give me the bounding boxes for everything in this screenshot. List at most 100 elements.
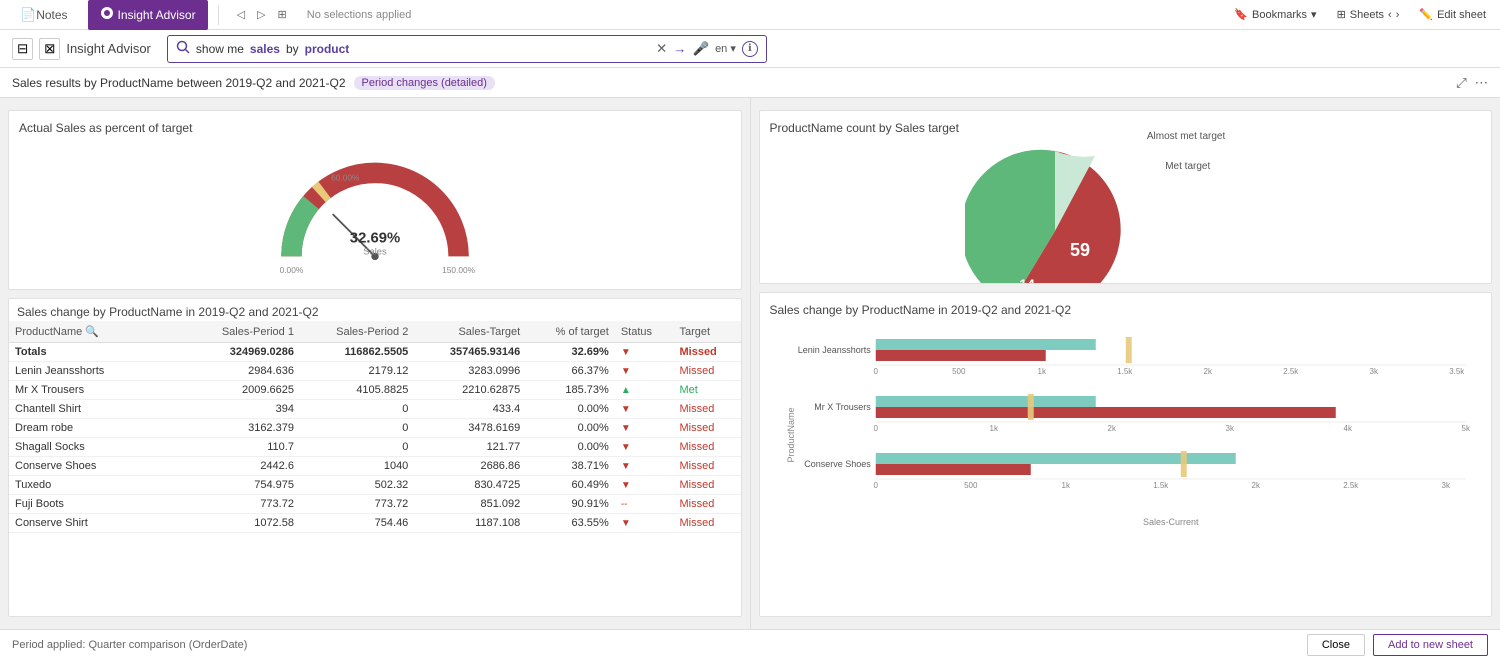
row-status: Missed: [673, 438, 740, 457]
row-period1: 3162.379: [186, 419, 300, 438]
row-pct: 0.00%: [526, 400, 615, 419]
gauge-chart-card: Actual Sales as percent of target 32.69%: [8, 110, 742, 290]
col-status[interactable]: Status: [615, 321, 674, 343]
row-arrow: ▼: [615, 514, 674, 533]
row-arrow: --: [615, 495, 674, 514]
nav-actions: ◁ ▷ ⊞: [233, 6, 291, 23]
row-status: Missed: [673, 476, 740, 495]
row-target: 2686.86: [414, 457, 526, 476]
row-status: Missed: [673, 400, 740, 419]
row-status: Met: [673, 381, 740, 400]
row-name: Dream robe: [9, 419, 186, 438]
row-name: Chantell Shirt: [9, 400, 186, 419]
row-target: 1187.108: [414, 514, 526, 533]
row-period1: 1072.58: [186, 514, 300, 533]
col-target[interactable]: Sales-Target: [414, 321, 526, 343]
main-content: Actual Sales as percent of target 32.69%: [0, 98, 1500, 629]
search-bar[interactable]: show me sales by product ✕ → 🎤 en ▾ ℹ: [167, 35, 767, 63]
search-prefix: show me: [196, 42, 244, 56]
snap-btn[interactable]: ⊞: [274, 6, 291, 23]
row-name: Conserve Shirt: [9, 514, 186, 533]
svg-text:0: 0: [873, 424, 878, 433]
svg-text:32.69%: 32.69%: [350, 231, 400, 247]
period-badge[interactable]: Period changes (detailed): [354, 76, 495, 90]
add-to-sheet-button[interactable]: Add to new sheet: [1373, 634, 1488, 656]
expand-button[interactable]: ⤢: [1456, 75, 1467, 91]
row-name: Tuxedo: [9, 476, 186, 495]
bookmark-icon: 🔖: [1234, 8, 1248, 21]
svg-text:Lenin Jeansshorts: Lenin Jeansshorts: [797, 345, 871, 355]
table-totals-row: Totals 324969.0286 116862.5505 357465.93…: [9, 343, 741, 362]
svg-text:1k: 1k: [1037, 367, 1046, 376]
col-period1[interactable]: Sales-Period 1: [186, 321, 300, 343]
footer-right: Close Add to new sheet: [1307, 634, 1488, 656]
panel-toggle-icon-2: ⊠: [44, 41, 55, 56]
col-period2[interactable]: Sales-Period 2: [300, 321, 414, 343]
row-status: Missed: [673, 514, 740, 533]
svg-text:5k: 5k: [1461, 424, 1470, 433]
sheets-button[interactable]: ⊞ Sheets ‹ ›: [1331, 6, 1406, 23]
totals-period1: 324969.0286: [186, 343, 300, 362]
gauge-svg: 32.69% Sales 0.00% 150.00% 60.00%: [265, 145, 485, 275]
more-options-button[interactable]: ⋯: [1475, 75, 1488, 91]
sales-table: ProductName 🔍 Sales-Period 1 Sales-Perio…: [9, 321, 741, 533]
top-nav: 📄 Notes Insight Advisor ◁ ▷ ⊞ No selecti…: [0, 0, 1500, 30]
row-pct: 38.71%: [526, 457, 615, 476]
svg-text:1.5k: 1.5k: [1153, 481, 1169, 490]
row-target: 830.4725: [414, 476, 526, 495]
col-productname[interactable]: ProductName 🔍: [9, 321, 186, 343]
row-arrow: ▼: [615, 362, 674, 381]
totals-period2: 116862.5505: [300, 343, 414, 362]
totals-status: Missed: [673, 343, 740, 362]
table-title: Sales change by ProductName in 2019-Q2 a…: [17, 305, 319, 319]
row-name: Fuji Boots: [9, 495, 186, 514]
forward-btn[interactable]: ▷: [253, 6, 269, 23]
pie-chart-card: ProductName count by Sales target Almost…: [759, 110, 1493, 284]
svg-text:2.5k: 2.5k: [1283, 367, 1299, 376]
row-period1: 773.72: [186, 495, 300, 514]
edit-sheet-button[interactable]: ✏️ Edit sheet: [1413, 6, 1492, 23]
lang-selector[interactable]: en ▾: [715, 42, 736, 55]
left-panel: Actual Sales as percent of target 32.69%: [0, 98, 751, 629]
row-period2: 1040: [300, 457, 414, 476]
close-button[interactable]: Close: [1307, 634, 1365, 656]
mic-button[interactable]: 🎤: [692, 41, 709, 57]
svg-text:0.00%: 0.00%: [279, 265, 303, 275]
row-pct: 66.37%: [526, 362, 615, 381]
back-btn[interactable]: ◁: [233, 6, 249, 23]
bookmarks-button[interactable]: 🔖 Bookmarks ▾: [1228, 6, 1322, 23]
advisor-tab[interactable]: Insight Advisor: [88, 0, 208, 30]
submit-search-button[interactable]: →: [673, 41, 686, 56]
selection-status: No selections applied: [307, 9, 412, 21]
col-target-status[interactable]: Target: [673, 321, 740, 343]
pie-svg: 59 14: [965, 141, 1145, 284]
panel-toggle-2[interactable]: ⊠: [39, 38, 60, 60]
svg-text:3k: 3k: [1225, 424, 1234, 433]
notes-tab[interactable]: 📄 Notes: [8, 0, 80, 30]
totals-target: 357465.93146: [414, 343, 526, 362]
row-target: 121.77: [414, 438, 526, 457]
totals-name: Totals: [9, 343, 186, 362]
table-wrapper[interactable]: ProductName 🔍 Sales-Period 1 Sales-Perio…: [9, 321, 741, 616]
row-arrow: ▼: [615, 476, 674, 495]
advisor-icon: [100, 6, 114, 23]
svg-text:2k: 2k: [1251, 481, 1260, 490]
search-icon[interactable]: 🔍: [85, 326, 99, 338]
advisor-tab-label: Insight Advisor: [118, 8, 196, 22]
row-pct: 185.73%: [526, 381, 615, 400]
totals-pct: 32.69%: [526, 343, 615, 362]
row-pct: 60.49%: [526, 476, 615, 495]
notes-label: Notes: [36, 8, 67, 22]
row-status: Missed: [673, 495, 740, 514]
svg-text:500: 500: [952, 367, 966, 376]
clear-search-button[interactable]: ✕: [656, 41, 667, 57]
svg-text:4k: 4k: [1343, 424, 1352, 433]
bar-chart-card: Sales change by ProductName in 2019-Q2 a…: [759, 292, 1493, 617]
table-row: Shagall Socks 110.7 0 121.77 0.00% ▼ Mis…: [9, 438, 741, 457]
info-button[interactable]: ℹ: [742, 41, 758, 57]
panel-toggle-1[interactable]: ⊟: [12, 38, 33, 60]
row-status: Missed: [673, 419, 740, 438]
svg-text:150.00%: 150.00%: [442, 265, 476, 275]
svg-text:3k: 3k: [1369, 367, 1378, 376]
col-pct[interactable]: % of target: [526, 321, 615, 343]
